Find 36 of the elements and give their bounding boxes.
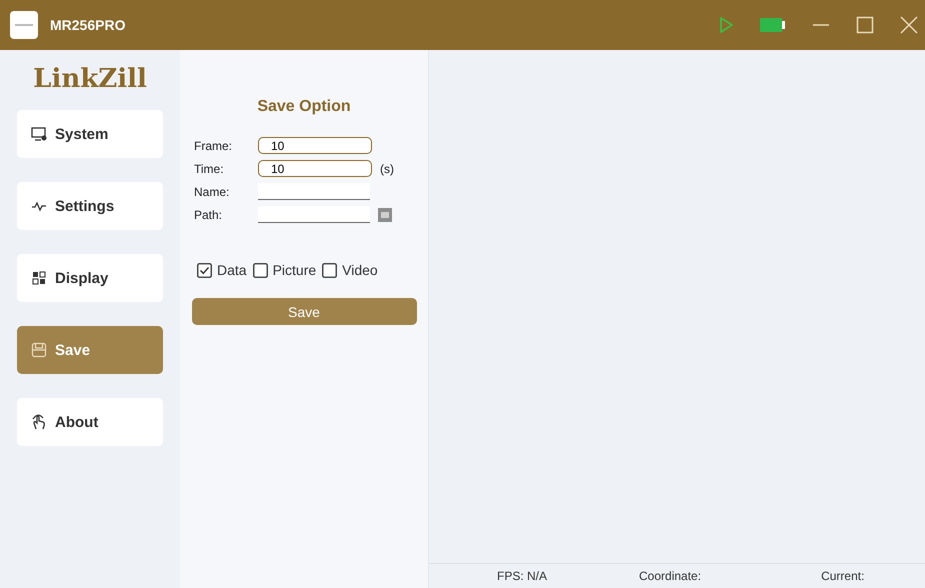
sidebar-item[interactable]: System — [17, 110, 163, 158]
checkbox[interactable] — [197, 262, 212, 278]
input-field[interactable] — [258, 206, 370, 223]
brand-logo: LinkZill — [33, 64, 147, 94]
battery-icon — [759, 17, 787, 33]
monitor-icon — [31, 126, 47, 142]
panel-title: Save Option — [257, 98, 351, 116]
checkbox[interactable] — [322, 262, 338, 278]
app-logo-icon — [10, 11, 38, 39]
maximize-icon[interactable] — [855, 15, 875, 35]
field-label: Frame: — [194, 138, 234, 152]
field-label: Path: — [194, 208, 224, 222]
window-title: MR256PRO — [50, 17, 126, 33]
sidebar-item[interactable]: Display — [17, 254, 163, 302]
close-icon[interactable] — [899, 15, 919, 35]
checkbox-label: Picture — [272, 262, 316, 278]
unit-label: (s) — [380, 162, 394, 176]
status-text: Coordinate: — [639, 569, 702, 583]
save-button[interactable]: Save — [192, 298, 416, 325]
sidebar-item[interactable]: About — [17, 398, 163, 446]
input-field[interactable]: 10 — [258, 160, 372, 177]
folder-icon[interactable] — [378, 208, 392, 222]
hand-icon — [31, 414, 47, 430]
grid-icon — [31, 270, 47, 286]
status-text: FPS: N/A — [497, 569, 548, 583]
input-field[interactable] — [258, 183, 370, 200]
sidebar-item[interactable]: Settings — [17, 182, 163, 230]
field-label: Name: — [194, 184, 230, 198]
status-text: Current: — [821, 569, 864, 583]
input-field[interactable]: 10 — [258, 137, 372, 154]
checkbox[interactable] — [252, 262, 268, 278]
field-label: Time: — [194, 162, 225, 176]
floppy-icon — [31, 342, 47, 358]
checkbox-label: Data — [217, 262, 247, 278]
checkbox-label: Video — [342, 262, 378, 278]
sidebar-item[interactable]: Save — [17, 326, 163, 374]
